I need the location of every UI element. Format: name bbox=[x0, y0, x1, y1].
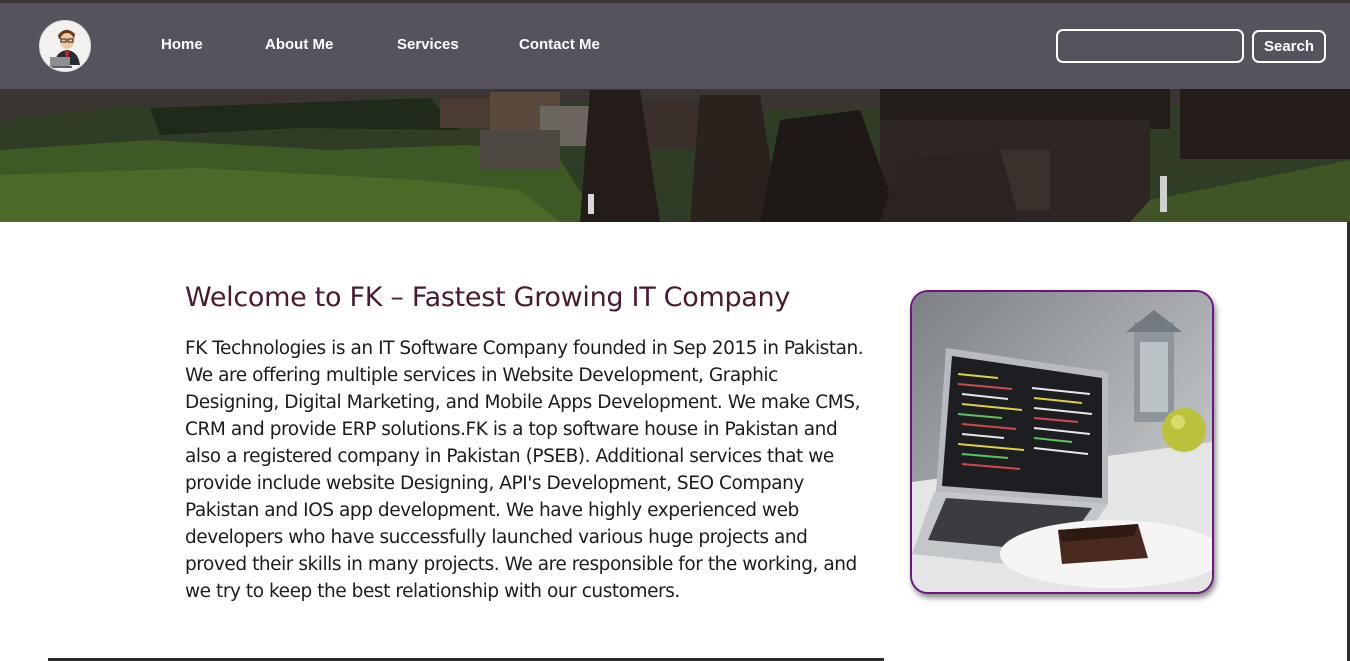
nav-home-link[interactable]: Home bbox=[161, 36, 203, 53]
search-button[interactable]: Search bbox=[1252, 30, 1326, 63]
welcome-title: Welcome to FK – Fastest Growing IT Compa… bbox=[185, 282, 791, 313]
welcome-description: FK Technologies is an IT Software Compan… bbox=[185, 338, 864, 602]
nav-services-link[interactable]: Services bbox=[397, 36, 459, 53]
nav-contact-me-link[interactable]: Contact Me bbox=[519, 36, 600, 53]
search-input[interactable] bbox=[1056, 29, 1244, 63]
developer-avatar-icon bbox=[40, 21, 90, 71]
hero-banner: Home About Me Services Contact Me Search bbox=[0, 0, 1350, 222]
page: Home About Me Services Contact Me Search… bbox=[0, 0, 1350, 661]
nav-about-me-link[interactable]: About Me bbox=[265, 36, 333, 53]
laptop-photo bbox=[910, 290, 1214, 594]
navbar: Home About Me Services Contact Me Search bbox=[0, 3, 1350, 89]
laptop-photo-image bbox=[912, 292, 1212, 592]
logo[interactable] bbox=[39, 20, 91, 72]
